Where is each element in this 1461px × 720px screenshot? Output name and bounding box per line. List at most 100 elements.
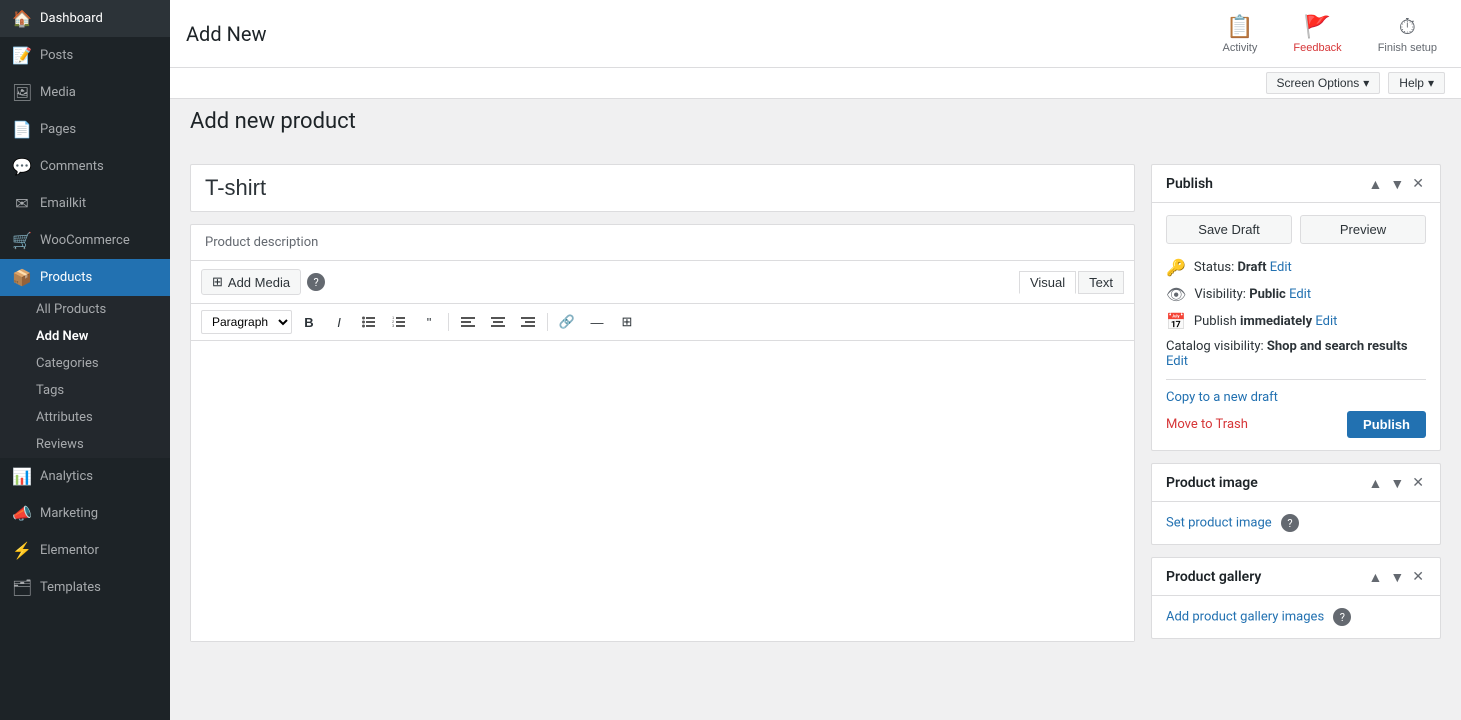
sidebar-item-elementor[interactable]: ⚡ Elementor	[0, 532, 170, 569]
sidebar-item-media[interactable]: 🖼 Media	[0, 74, 170, 111]
publish-actions: Save Draft Preview	[1166, 215, 1426, 244]
publish-button[interactable]: Publish	[1347, 411, 1426, 438]
editor-toolbar-row2: Paragraph B I 123 "	[191, 304, 1134, 341]
sidebar-item-marketing[interactable]: 📣 Marketing	[0, 495, 170, 532]
product-image-help-icon[interactable]: ?	[1281, 514, 1299, 532]
sidebar-item-label: Products	[40, 270, 92, 285]
kitchen-sink-button[interactable]: ⊞	[614, 310, 640, 334]
more-button[interactable]: —	[584, 310, 610, 334]
help-button[interactable]: Help ▾	[1388, 72, 1445, 94]
status-edit-link[interactable]: Edit	[1270, 260, 1292, 275]
visual-tab[interactable]: Visual	[1019, 271, 1076, 294]
sidebar-item-attributes[interactable]: Attributes	[0, 404, 170, 431]
preview-button[interactable]: Preview	[1300, 215, 1426, 244]
panel-collapse-down-button[interactable]: ▼	[1388, 175, 1406, 192]
dashboard-icon: 🏠	[12, 9, 32, 28]
image-panel-collapse-down[interactable]: ▼	[1388, 474, 1406, 491]
sidebar-item-comments[interactable]: 💬 Comments	[0, 148, 170, 185]
add-media-button[interactable]: ⊞ Add Media	[201, 269, 301, 295]
sidebar-item-woocommerce[interactable]: 🛒 WooCommerce	[0, 222, 170, 259]
sidebar-item-dashboard[interactable]: 🏠 Dashboard	[0, 0, 170, 37]
posts-icon: 📝	[12, 46, 32, 65]
bold-button[interactable]: B	[296, 310, 322, 334]
ordered-list-button[interactable]: 123	[386, 310, 412, 334]
editor-body[interactable]	[191, 341, 1134, 641]
sidebar-item-pages[interactable]: 📄 Pages	[0, 111, 170, 148]
trash-link[interactable]: Move to Trash	[1166, 417, 1248, 432]
activity-icon: 📋	[1226, 14, 1253, 40]
page-heading: Add new product	[190, 109, 1441, 134]
feedback-button[interactable]: 🚩 Feedback	[1285, 10, 1349, 58]
sidebar-item-add-new[interactable]: Add New	[0, 323, 170, 350]
panel-close-button[interactable]: ✕	[1410, 175, 1426, 192]
screen-options-button[interactable]: Screen Options ▾	[1266, 72, 1381, 94]
catalog-edit-link[interactable]: Edit	[1166, 354, 1188, 369]
image-panel-collapse-up[interactable]: ▲	[1367, 474, 1385, 491]
admin-bar: Screen Options ▾ Help ▾	[170, 68, 1461, 99]
gallery-panel-close[interactable]: ✕	[1410, 568, 1426, 585]
visibility-edit-link[interactable]: Edit	[1289, 287, 1311, 302]
link-button[interactable]: 🔗	[554, 310, 580, 334]
unordered-list-button[interactable]	[356, 310, 382, 334]
image-panel-close[interactable]: ✕	[1410, 474, 1426, 491]
paragraph-select[interactable]: Paragraph	[201, 310, 292, 334]
gallery-panel-collapse-up[interactable]: ▲	[1367, 568, 1385, 585]
add-gallery-link[interactable]: Add product gallery images	[1166, 609, 1324, 624]
analytics-icon: 📊	[12, 467, 32, 486]
woocommerce-icon: 🛒	[12, 231, 32, 250]
publish-date-row: 📅 Publish immediately Edit	[1166, 312, 1426, 331]
align-right-button[interactable]	[515, 310, 541, 334]
panel-header-controls-3: ▲ ▼ ✕	[1367, 568, 1426, 585]
text-tab[interactable]: Text	[1078, 271, 1124, 294]
heading-area: Add new product	[170, 99, 1461, 148]
finish-setup-icon: ⏱	[1399, 14, 1416, 40]
sidebar-item-label: Elementor	[40, 543, 99, 558]
finish-setup-button[interactable]: ⏱ Finish setup	[1370, 10, 1445, 58]
sidebar-item-posts[interactable]: 📝 Posts	[0, 37, 170, 74]
products-icon: 📦	[12, 268, 32, 287]
sidebar-item-emailkit[interactable]: ✉ Emailkit	[0, 185, 170, 222]
sidebar-item-reviews[interactable]: Reviews	[0, 431, 170, 458]
panel-header-controls: ▲ ▼ ✕	[1367, 175, 1426, 192]
product-image-panel-body: Set product image ?	[1152, 502, 1440, 544]
sidebar-item-products[interactable]: 📦 Products	[0, 259, 170, 296]
product-title-input[interactable]	[190, 164, 1135, 212]
editor-help-icon[interactable]: ?	[307, 273, 325, 291]
visual-text-tabs: Visual Text	[1019, 271, 1124, 294]
publish-panel-header: Publish ▲ ▼ ✕	[1152, 165, 1440, 203]
sidebar-item-analytics[interactable]: 📊 Analytics	[0, 458, 170, 495]
italic-button[interactable]: I	[326, 310, 352, 334]
topbar-page-title: Add New	[186, 22, 266, 46]
sidebar-item-categories[interactable]: Categories	[0, 350, 170, 377]
align-left-button[interactable]	[455, 310, 481, 334]
toolbar-separator	[448, 313, 449, 331]
topbar-right: 📋 Activity 🚩 Feedback ⏱ Finish setup	[1215, 10, 1445, 58]
product-gallery-panel-body: Add product gallery images ?	[1152, 596, 1440, 638]
toolbar-separator-2	[547, 313, 548, 331]
gallery-panel-collapse-down[interactable]: ▼	[1388, 568, 1406, 585]
activity-button[interactable]: 📋 Activity	[1215, 10, 1266, 58]
sidebar-item-label: Posts	[40, 48, 73, 63]
copy-draft-link[interactable]: Copy to a new draft	[1166, 390, 1426, 405]
sidebar-item-all-products[interactable]: All Products	[0, 296, 170, 323]
sidebar-item-label: Templates	[40, 580, 101, 595]
topbar-left: Add New	[186, 22, 266, 46]
panel-collapse-up-button[interactable]: ▲	[1367, 175, 1385, 192]
product-gallery-help-icon[interactable]: ?	[1333, 608, 1351, 626]
save-draft-button[interactable]: Save Draft	[1166, 215, 1292, 244]
sidebar-panels: Publish ▲ ▼ ✕ Save Draft Preview 🔑	[1151, 164, 1441, 704]
catalog-visibility-row: Catalog visibility: Shop and search resu…	[1166, 339, 1426, 369]
calendar-icon: 📅	[1166, 312, 1186, 331]
set-product-image-link[interactable]: Set product image	[1166, 515, 1272, 530]
sidebar-item-label: Media	[40, 85, 76, 100]
sidebar-item-tags[interactable]: Tags	[0, 377, 170, 404]
align-center-button[interactable]	[485, 310, 511, 334]
sidebar-item-label: Analytics	[40, 469, 93, 484]
blockquote-button[interactable]: "	[416, 310, 442, 334]
product-gallery-panel: Product gallery ▲ ▼ ✕ Add product galler…	[1151, 557, 1441, 639]
publish-panel-body: Save Draft Preview 🔑 Status: Draft Edit …	[1152, 203, 1440, 450]
sidebar-item-templates[interactable]: 🗂 Templates	[0, 569, 170, 606]
marketing-icon: 📣	[12, 504, 32, 523]
sidebar-item-label: Marketing	[40, 506, 98, 521]
publish-edit-link[interactable]: Edit	[1315, 314, 1337, 329]
